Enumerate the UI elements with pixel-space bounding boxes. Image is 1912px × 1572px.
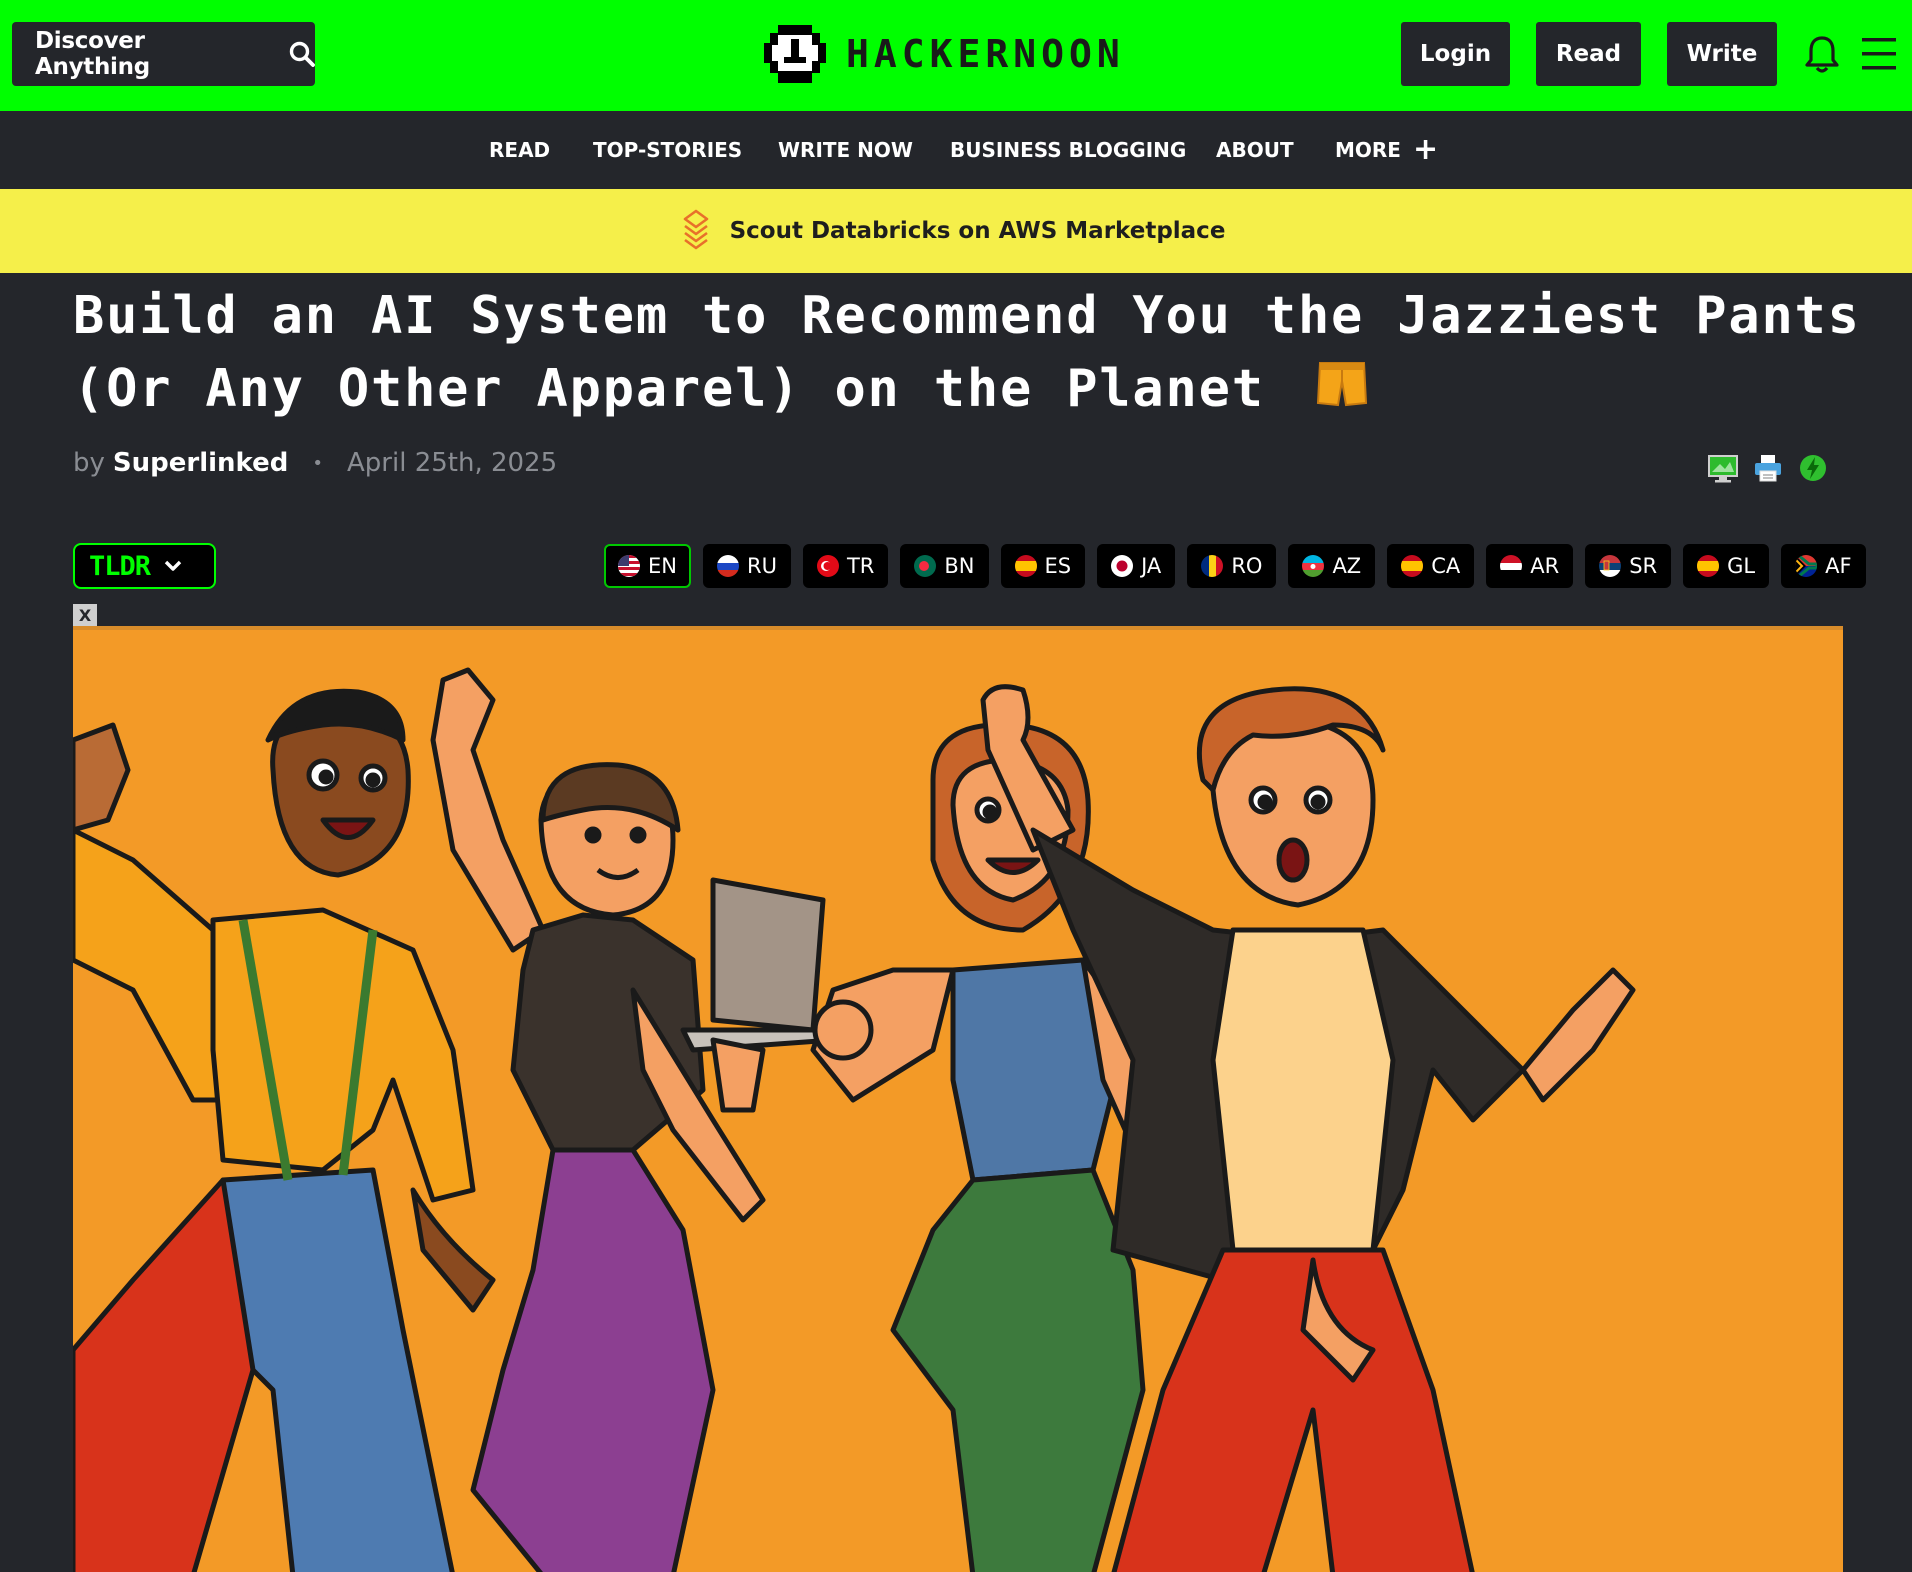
- plus-icon: +: [1412, 132, 1439, 167]
- lang-sr[interactable]: SR: [1585, 544, 1672, 588]
- lang-az[interactable]: AZ: [1288, 544, 1376, 588]
- lang-af-code: AF: [1825, 554, 1852, 578]
- eg-flag-icon: [1500, 555, 1523, 577]
- desktop-view-icon[interactable]: [1708, 452, 1738, 484]
- discover-search-label: Discover Anything: [35, 28, 150, 80]
- hackernoon-logo[interactable]: HACKERNOON: [764, 22, 1125, 86]
- main-nav: READ TOP-STORIES WRITE NOW BUSINESS BLOG…: [0, 111, 1912, 189]
- language-selector: EN RU TR BN ES JA RO AZ CA AR SR GL AF: [604, 544, 1866, 588]
- read-button[interactable]: Read: [1536, 22, 1641, 86]
- publish-date: April 25th, 2025: [347, 448, 558, 478]
- rs-flag-icon: [1599, 555, 1622, 577]
- separator-dot: •: [312, 452, 323, 474]
- nav-read[interactable]: READ: [489, 111, 550, 189]
- databricks-layers-icon: [683, 209, 708, 250]
- hamburger-menu-icon[interactable]: [1862, 36, 1896, 72]
- lang-ja[interactable]: JA: [1097, 544, 1176, 588]
- lang-bn-code: BN: [944, 554, 975, 578]
- nav-write-now[interactable]: WRITE NOW: [778, 111, 913, 189]
- article-title-line-1: Build an AI System to Recommend You the …: [73, 286, 1861, 346]
- print-icon[interactable]: [1753, 452, 1783, 484]
- lang-es[interactable]: ES: [1000, 544, 1086, 588]
- article-title-line-2: (Or Any Other Apparel) on the Planet: [73, 359, 1265, 419]
- lang-tr-code: TR: [846, 554, 875, 578]
- hero-illustration: [73, 626, 1843, 1572]
- article-tools: [1708, 452, 1828, 484]
- nav-more-label: MORE: [1335, 138, 1401, 162]
- chevron-down-icon: [164, 560, 182, 571]
- search-icon: [289, 41, 315, 67]
- lang-ar-code: AR: [1530, 554, 1560, 578]
- nav-business-blogging[interactable]: BUSINESS BLOGGING: [950, 111, 1186, 189]
- lang-az-code: AZ: [1332, 554, 1362, 578]
- article-title: Build an AI System to Recommend You the …: [73, 280, 1873, 429]
- banner-text: Scout Databricks on AWS Marketplace: [729, 218, 1226, 244]
- author-link[interactable]: Superlinked: [113, 448, 288, 478]
- nav-top-stories[interactable]: TOP-STORIES: [593, 111, 742, 189]
- az-flag-icon: [1302, 555, 1325, 577]
- bd-flag-icon: [914, 555, 937, 577]
- by-label: by: [73, 448, 105, 478]
- lang-ja-code: JA: [1141, 554, 1162, 578]
- lang-ca-code: CA: [1431, 554, 1461, 578]
- lang-ro[interactable]: RO: [1187, 544, 1277, 588]
- lang-en[interactable]: EN: [604, 544, 691, 588]
- lang-bn[interactable]: BN: [900, 544, 989, 588]
- notification-bell-icon[interactable]: [1804, 34, 1840, 74]
- lang-ca[interactable]: CA: [1387, 544, 1475, 588]
- shorts-emoji: [1316, 356, 1368, 429]
- sponsor-banner[interactable]: Scout Databricks on AWS Marketplace: [0, 189, 1912, 273]
- lang-tr[interactable]: TR: [802, 544, 889, 588]
- gl-es-flag-icon: [1697, 555, 1720, 577]
- tldr-label: TLDR: [89, 550, 151, 582]
- close-button[interactable]: X: [73, 604, 97, 626]
- ru-flag-icon: [716, 555, 739, 577]
- za-flag-icon: [1795, 555, 1818, 577]
- hackernoon-logo-icon: [764, 25, 826, 83]
- top-bar: Discover Anything HACKERNOON Login Read …: [0, 0, 1912, 111]
- hackernoon-wordmark: HACKERNOON: [846, 32, 1125, 76]
- article-meta: by Superlinked • April 25th, 2025: [73, 448, 557, 478]
- tldr-dropdown[interactable]: TLDR: [73, 543, 216, 589]
- nav-more[interactable]: MORE +: [1335, 111, 1438, 189]
- lang-sr-code: SR: [1629, 554, 1658, 578]
- lang-ar[interactable]: AR: [1486, 544, 1574, 588]
- lang-ru[interactable]: RU: [702, 544, 791, 588]
- es-flag-icon: [1014, 555, 1037, 577]
- us-flag-icon: [618, 555, 640, 577]
- tr-flag-icon: [816, 555, 839, 577]
- lang-es-code: ES: [1044, 554, 1072, 578]
- lang-ru-code: RU: [746, 554, 777, 578]
- lang-af[interactable]: AF: [1781, 544, 1866, 588]
- login-button[interactable]: Login: [1401, 22, 1510, 86]
- jp-flag-icon: [1111, 555, 1134, 577]
- discover-search-button[interactable]: Discover Anything: [12, 22, 315, 86]
- nav-about[interactable]: ABOUT: [1216, 111, 1294, 189]
- ca-es-flag-icon: [1401, 555, 1424, 577]
- lang-gl[interactable]: GL: [1683, 544, 1770, 588]
- lightning-icon[interactable]: [1798, 452, 1828, 484]
- lang-en-code: EN: [648, 554, 677, 578]
- ro-flag-icon: [1201, 555, 1224, 577]
- lang-ro-code: RO: [1231, 554, 1263, 578]
- write-button[interactable]: Write: [1667, 22, 1777, 86]
- lang-gl-code: GL: [1727, 554, 1756, 578]
